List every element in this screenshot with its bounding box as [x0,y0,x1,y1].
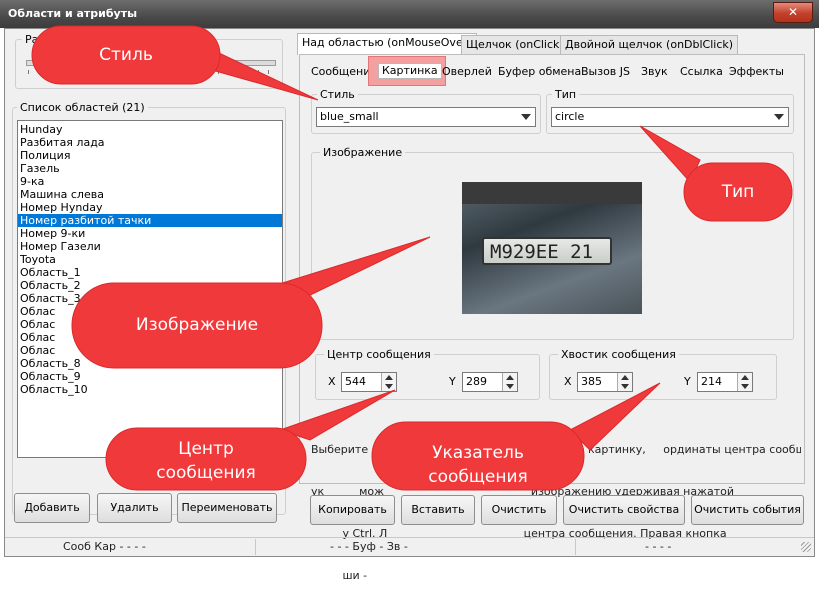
list-item[interactable]: Область_9 [18,370,282,383]
style-select[interactable]: blue_small [316,107,536,127]
subtab-sound[interactable]: Звук [641,65,668,79]
style-group: Стиль blue_small [311,88,541,134]
list-item[interactable]: Область_10 [18,383,282,396]
copy-button[interactable]: Копировать [310,495,395,525]
subtab-link[interactable]: Ссылка [680,65,723,79]
tail-y-label: Y [684,375,691,388]
tail-y-value: 214 [701,375,722,388]
list-item[interactable]: Область_2 [18,279,282,292]
slider-ticks [28,70,274,74]
status-divider [255,539,256,555]
image-group-label: Изображение [320,146,406,159]
tail-group-label: Хвостик сообщения [558,348,679,361]
list-item[interactable]: Облас [18,305,282,318]
center-x-label: X [328,375,336,388]
list-item[interactable]: Облас [18,318,282,331]
tail-x-stepper[interactable]: 385 [577,372,633,392]
list-item[interactable]: Разбитая лада [18,136,282,149]
center-group: Центр сообщения X 544 Y 289 [315,348,540,400]
style-select-value: blue_small [320,110,379,123]
list-item[interactable]: Облас [18,331,282,344]
list-item[interactable]: Номер Газели [18,240,282,253]
clear-button[interactable]: Очистить [481,495,557,525]
clear-events-button[interactable]: Очистить события [691,495,804,525]
list-item[interactable]: Полиция [18,149,282,162]
list-item[interactable]: Газель [18,162,282,175]
close-button[interactable]: ✕ [773,2,813,23]
list-item[interactable]: Область_1 [18,266,282,279]
type-group: Тип circle [546,88,794,134]
center-y-value: 289 [466,375,487,388]
top-left-group-label: Ра [22,33,42,46]
image-bumper [462,182,642,204]
type-group-label: Тип [552,88,580,101]
style-group-label: Стиль [317,88,358,101]
tab-onmouseover[interactable]: Над областью (onMouseOver) [297,33,477,55]
list-item[interactable]: Машина слева [18,188,282,201]
help-line: ши - [311,569,368,582]
subtab-effects[interactable]: Эффекты [729,65,784,79]
list-item[interactable]: Toyota [18,253,282,266]
subtab-picture[interactable]: Картинка [378,63,442,79]
help-line: Выберите ст иль и тип сообщения, выберит… [311,443,801,456]
close-icon: ✕ [787,5,799,19]
resize-grip-icon[interactable] [801,542,811,552]
client-area: Ра Список областей (21) Hunday Разбитая л… [4,28,815,582]
status-left: Сооб Кар - - - - [63,540,146,553]
list-item[interactable]: Номер разбитой тачки [18,214,282,227]
image-group: Изображение M929EE 21 [311,146,794,340]
list-item[interactable]: Область_8 [18,357,282,370]
chevron-down-icon [521,114,531,120]
clear-properties-button[interactable]: Очистить свойства [563,495,685,525]
delete-button[interactable]: Удалить [97,493,172,523]
window-title: Области и атрибуты [8,7,138,20]
list-item[interactable]: Облас [18,344,282,357]
tail-x-value: 385 [581,375,602,388]
status-bar: Сооб Кар - - - - - - - Буф - Зв - - - - … [5,537,814,557]
areas-list-label: Список областей (21) [17,101,148,114]
chevron-down-icon [774,114,784,120]
status-divider [575,539,576,555]
subtab-js-call[interactable]: Вызов JS [581,65,630,79]
list-item[interactable]: Номер 9-ки [18,227,282,240]
list-item[interactable]: Hunday [18,123,282,136]
tail-group: Хвостик сообщения X 385 Y 214 [549,348,777,400]
center-x-value: 544 [345,375,366,388]
paste-button[interactable]: Вставить [401,495,475,525]
center-y-stepper[interactable]: 289 [462,372,518,392]
list-item[interactable]: 9-ка [18,175,282,188]
center-group-label: Центр сообщения [324,348,434,361]
title-bar: Области и атрибуты ✕ [0,0,819,28]
subtab-clipboard[interactable]: Буфер обмена [498,65,581,79]
areas-listbox[interactable]: Hunday Разбитая лада Полиция Газель 9-ка Маши… [17,120,283,458]
top-left-group: Ра [15,33,283,89]
slider-track[interactable] [26,60,276,66]
tail-y-stepper[interactable]: 214 [697,372,753,392]
tab-ondblclick[interactable]: Двойной щелчок (onDblClick) [560,35,739,54]
areas-list-group: Список областей (21) Hunday Разбитая лада… [12,101,286,515]
tab-onclick[interactable]: Щелчок (onClick) [461,35,569,54]
rename-button[interactable]: Переименовать [177,493,277,523]
preview-image[interactable]: M929EE 21 [462,182,642,314]
type-select[interactable]: circle [551,107,789,127]
subtab-overlay[interactable]: Оверлей [442,65,492,79]
license-plate: M929EE 21 [482,237,612,265]
add-button[interactable]: Добавить [14,493,90,523]
list-item[interactable]: Область_3 [18,292,282,305]
tail-x-label: X [564,375,572,388]
type-select-value: circle [555,110,585,123]
list-item[interactable]: Номер Hynday [18,201,282,214]
status-mid: - - - Буф - Зв - [330,540,408,553]
status-right: - - - - [645,540,672,553]
center-y-label: Y [449,375,456,388]
center-x-stepper[interactable]: 544 [341,372,397,392]
